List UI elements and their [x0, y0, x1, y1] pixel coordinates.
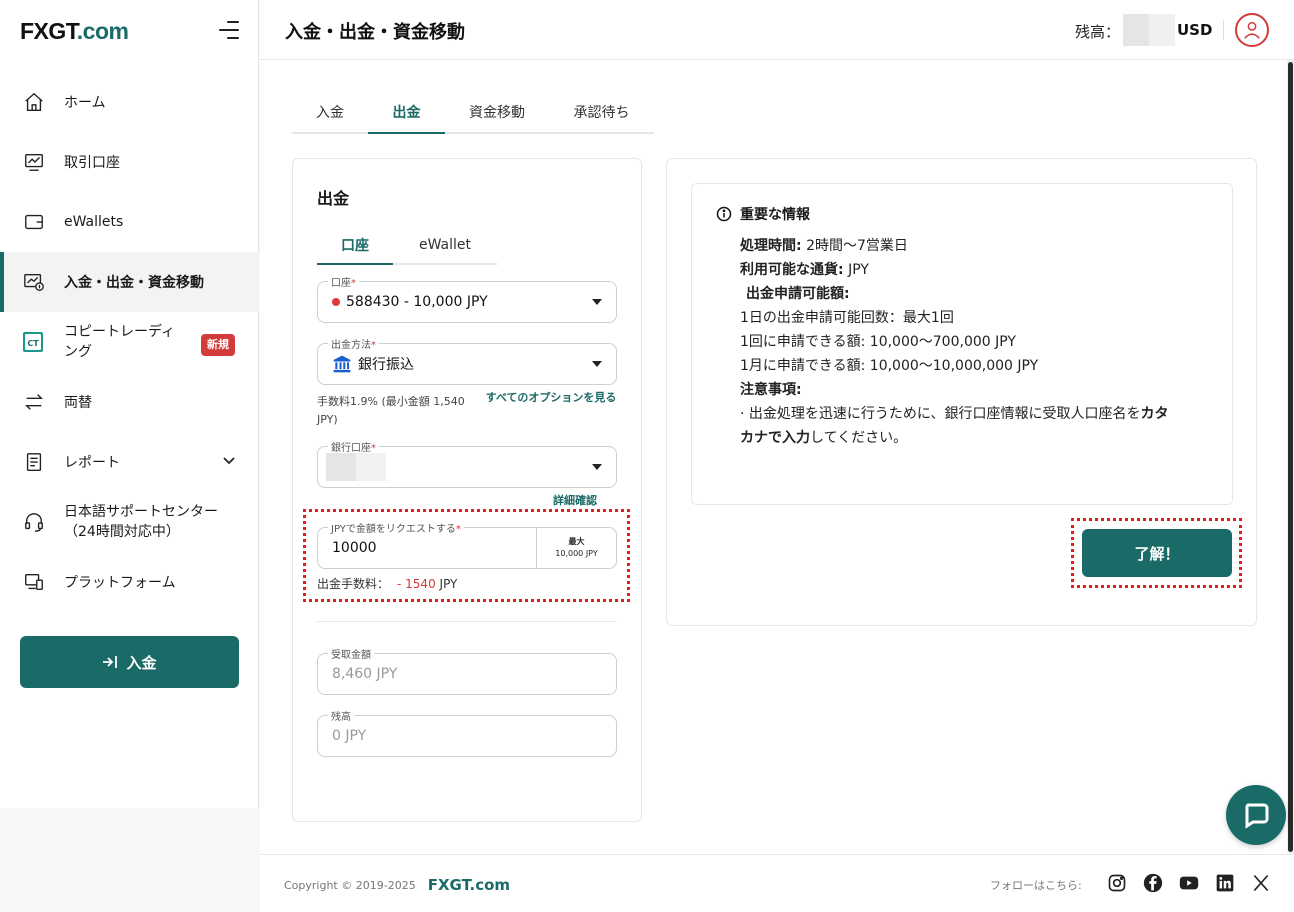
- sidebar-deposit-button[interactable]: 入金: [20, 636, 239, 688]
- scrollbar[interactable]: [1287, 60, 1294, 854]
- sidebar-nav: ホーム 取引口座 eWallets 入金・出金・資金移動 CT コピートレーディ…: [0, 72, 259, 612]
- sidebar-item-exchange[interactable]: 両替: [0, 372, 259, 432]
- linkedin-icon[interactable]: [1214, 872, 1236, 894]
- menu-collapse-icon[interactable]: [219, 21, 239, 39]
- all-options-link[interactable]: すべてのオプションを見る: [483, 389, 619, 407]
- copy-trading-icon: CT: [22, 330, 46, 354]
- sidebar-item-trading-account[interactable]: 取引口座: [0, 132, 259, 192]
- footer-brand-link[interactable]: FXGT.com: [428, 876, 510, 894]
- funds-tabs: 入金 出金 資金移動 承認待ち: [292, 92, 654, 134]
- dropdown-caret-icon: [592, 299, 602, 305]
- subtab-ewallet[interactable]: eWallet: [393, 227, 497, 263]
- follow-label: フォローはこちら:: [990, 879, 1082, 892]
- dropdown-caret-icon: [592, 361, 602, 367]
- new-badge: 新規: [201, 334, 235, 356]
- wallet-icon: [22, 210, 46, 234]
- sidebar-item-support[interactable]: 日本語サポートセンター （24時間対応中）: [0, 492, 259, 552]
- report-icon: [22, 450, 46, 474]
- balance-value-masked: [1123, 14, 1175, 46]
- tab-transfer[interactable]: 資金移動: [445, 92, 549, 132]
- withdraw-method-select[interactable]: 出金方法* 銀行振込: [317, 336, 617, 385]
- tab-pending[interactable]: 承認待ち: [549, 92, 654, 132]
- dropdown-caret-icon: [592, 464, 602, 470]
- svg-text:CT: CT: [27, 339, 39, 348]
- receive-amount-field: 受取金額 8,460 JPY: [317, 646, 617, 695]
- balance-currency: USD: [1177, 21, 1213, 39]
- subtab-account[interactable]: 口座: [317, 227, 393, 265]
- trading-account-icon: [22, 150, 46, 174]
- withdraw-title: 出金: [317, 189, 350, 208]
- fxgt-logo[interactable]: FXGT.com: [20, 18, 129, 45]
- chat-support-button[interactable]: [1226, 785, 1286, 845]
- tab-deposit[interactable]: 入金: [292, 92, 368, 132]
- copyright-text: Copyright © 2019-2025: [284, 878, 416, 892]
- account-select[interactable]: 口座* 588430 - 10,000 JPY: [317, 274, 617, 323]
- balance-label: 残高：: [1075, 23, 1121, 41]
- sidebar-item-platform[interactable]: プラットフォーム: [0, 552, 259, 612]
- divider: [317, 621, 617, 622]
- important-info-box: 重要な情報 処理時間: 2時間〜7営業日 利用可能な通貨: JPY 出金申請可能…: [691, 183, 1233, 505]
- support-icon: [22, 510, 46, 534]
- withdraw-card: 出金 口座 eWallet 口座* 588430 - 10,000 JPY 出金…: [292, 158, 642, 822]
- detail-confirm-link[interactable]: 詳細確認: [553, 492, 597, 508]
- bank-icon: [333, 355, 351, 373]
- page-title: 入金・出金・資金移動: [285, 22, 465, 43]
- account-status-dot: [332, 298, 340, 306]
- x-icon[interactable]: [1250, 872, 1272, 894]
- exchange-icon: [22, 390, 46, 414]
- footer: Copyright © 2019-2025 FXGT.com フォローはこちら:: [260, 854, 1294, 912]
- bank-account-masked: [326, 453, 386, 481]
- info-icon: [716, 206, 732, 222]
- main-content: 入金 出金 資金移動 承認待ち 出金 口座 eWallet 口座* 588430…: [260, 60, 1287, 854]
- bank-account-select[interactable]: 銀行口座*: [317, 439, 617, 488]
- fee-note: 手数料1.9% (最小金額 1,540 JPY): [317, 395, 465, 426]
- transfer-icon: [22, 270, 46, 294]
- youtube-icon[interactable]: [1178, 872, 1200, 894]
- instagram-icon[interactable]: [1106, 872, 1128, 894]
- login-arrow-icon: [103, 656, 118, 668]
- home-icon: [22, 90, 46, 114]
- sidebar-item-home[interactable]: ホーム: [0, 72, 259, 132]
- amount-highlight-box: [303, 509, 630, 602]
- user-avatar-icon[interactable]: [1235, 13, 1269, 47]
- chat-bubble-icon: [1245, 803, 1269, 829]
- social-links: [1106, 872, 1272, 894]
- info-body: 処理時間: 2時間〜7営業日 利用可能な通貨: JPY 出金申請可能額: 1日の…: [740, 238, 1169, 446]
- header-divider: [1223, 20, 1224, 40]
- facebook-icon[interactable]: [1142, 872, 1164, 894]
- sidebar-item-ewallets[interactable]: eWallets: [0, 192, 259, 252]
- platform-icon: [22, 570, 46, 594]
- ok-button[interactable]: 了解！: [1082, 529, 1232, 577]
- sidebar-item-copy-trading[interactable]: CT コピートレーディ ング 新規: [0, 312, 259, 372]
- top-header: 入金・出金・資金移動 残高： USD: [260, 0, 1294, 60]
- sidebar: FXGT.com ホーム 取引口座 eWallets 入金・出金・資金移動 CT…: [0, 0, 259, 808]
- sidebar-item-report[interactable]: レポート: [0, 432, 259, 492]
- withdraw-subtabs: 口座 eWallet: [317, 227, 497, 265]
- sidebar-item-funds[interactable]: 入金・出金・資金移動: [0, 252, 259, 312]
- chevron-down-icon[interactable]: [222, 454, 236, 470]
- balance-field: 残高 0 JPY: [317, 708, 617, 757]
- tab-withdraw[interactable]: 出金: [368, 92, 445, 134]
